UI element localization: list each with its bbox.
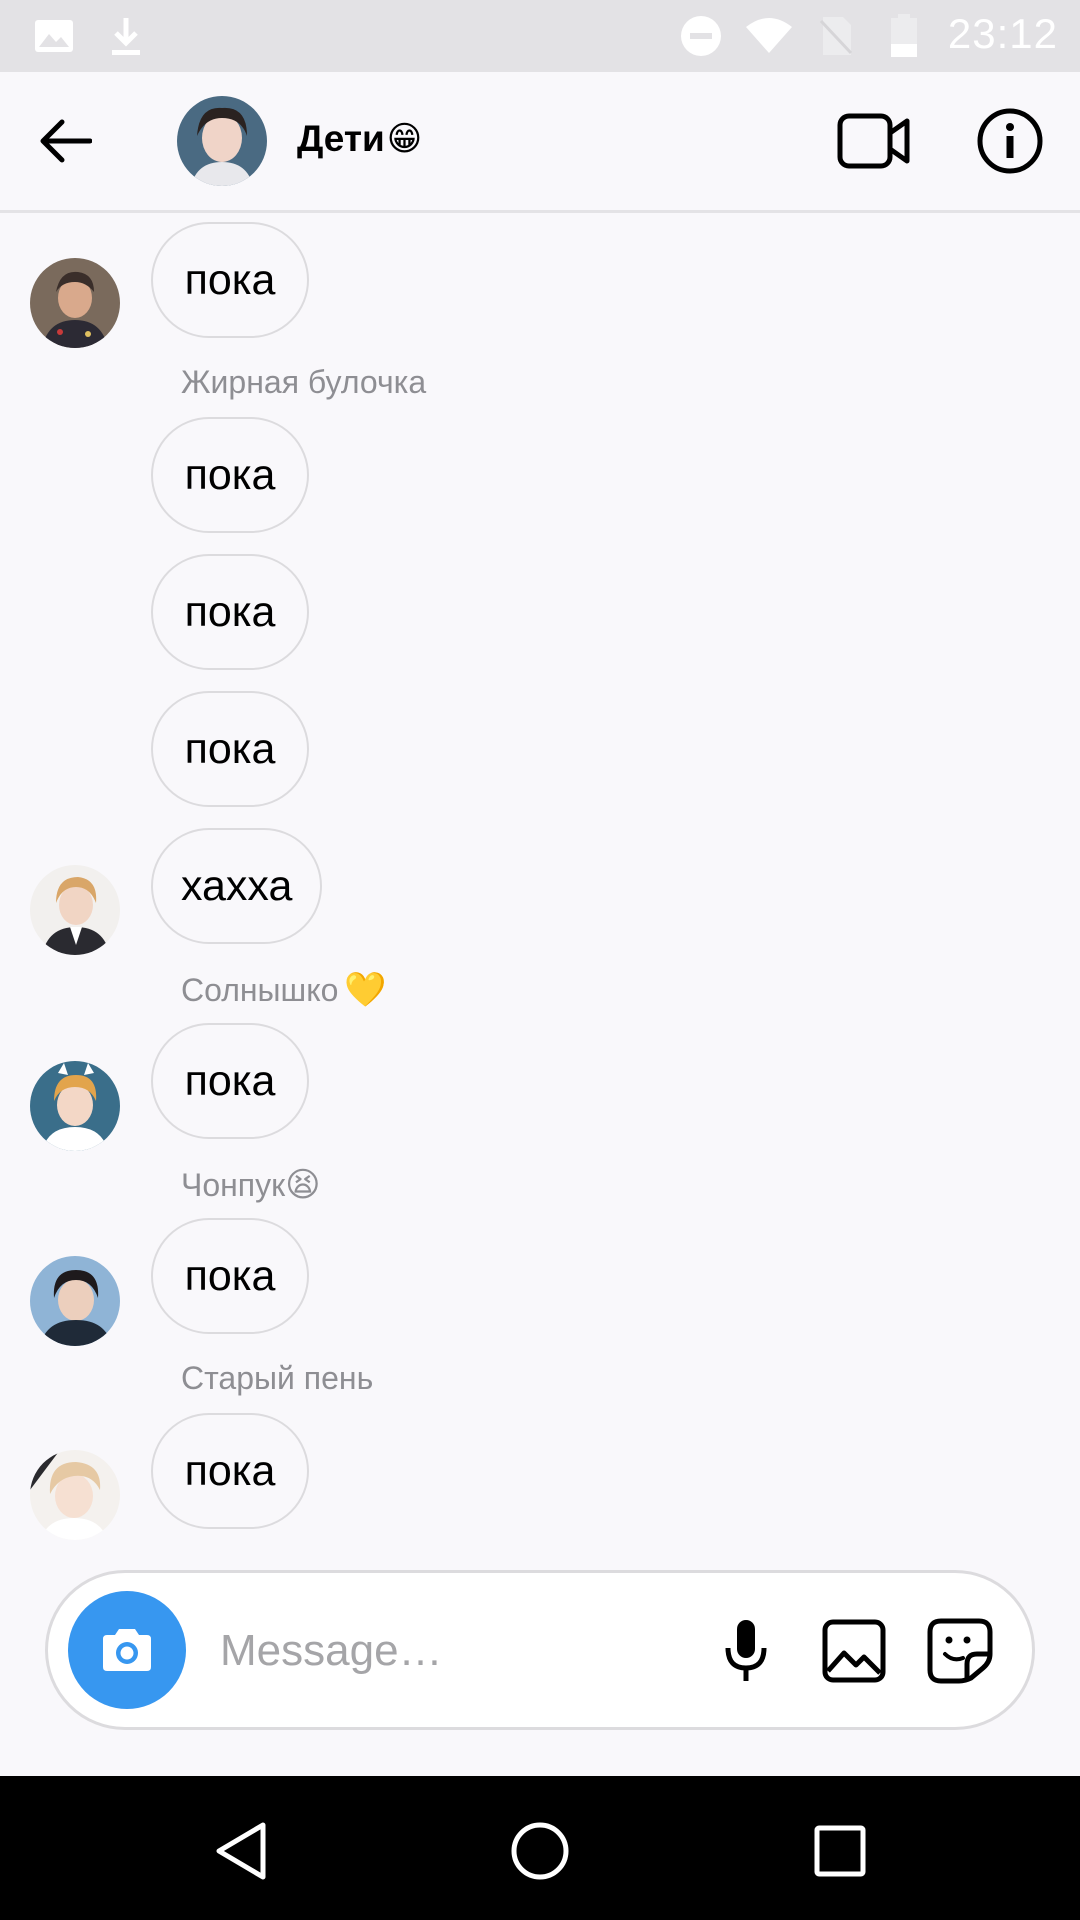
message-bubble[interactable]: пока: [151, 417, 309, 533]
sender-name-text: Жирная булочка: [181, 364, 427, 400]
message-text: пока: [184, 1056, 276, 1105]
sticker-button[interactable]: [922, 1613, 998, 1689]
message-text: хахха: [181, 861, 293, 910]
sender-name-text: Старый пень: [181, 1360, 374, 1396]
back-arrow-icon: [40, 119, 92, 163]
group-title[interactable]: Дети 😁: [297, 118, 422, 160]
sender-name: Солнышко 💛: [181, 970, 387, 1010]
gallery-button[interactable]: [816, 1613, 892, 1689]
message-text: пока: [184, 724, 276, 773]
group-title-text: Дети: [297, 118, 385, 159]
video-call-button[interactable]: [836, 106, 912, 176]
weary-face-emoji: 😫: [285, 1166, 321, 1204]
grinning-emoji: 😁: [386, 120, 423, 158]
yellow-heart-emoji: 💛: [344, 971, 387, 1009]
home-circle-icon: [511, 1822, 569, 1880]
sender-name-text: Солнышко: [181, 971, 339, 1008]
recents-square-icon: [814, 1825, 866, 1877]
message-bubble[interactable]: пока: [151, 222, 309, 338]
info-button[interactable]: [972, 106, 1048, 176]
message-bubble[interactable]: пока: [151, 554, 309, 670]
wifi-icon: [745, 12, 793, 60]
no-sim-icon: [812, 12, 860, 60]
video-call-icon: [837, 113, 910, 169]
message-text: пока: [184, 255, 276, 304]
gallery-icon: [822, 1619, 886, 1683]
message-composer: [45, 1570, 1035, 1730]
back-button[interactable]: [30, 106, 100, 176]
battery-icon: [880, 12, 928, 60]
status-time: 23:12: [947, 10, 1058, 57]
sender-avatar[interactable]: [30, 865, 120, 955]
message-bubble[interactable]: пока: [151, 691, 309, 807]
message-bubble[interactable]: хахха: [151, 828, 323, 944]
sender-avatar[interactable]: [30, 1061, 120, 1151]
sender-name: Чонпук 😫: [181, 1165, 321, 1205]
info-icon: [977, 108, 1043, 174]
message-text: пока: [184, 450, 276, 499]
camera-button[interactable]: [68, 1591, 186, 1709]
system-nav-bar: [0, 1776, 1080, 1920]
sender-name: Жирная булочка: [181, 364, 426, 401]
status-bar: 23:12: [0, 0, 1080, 72]
back-triangle-icon: [216, 1822, 266, 1880]
download-icon: [102, 12, 150, 60]
message-text: пока: [184, 1446, 276, 1495]
nav-home-button[interactable]: [495, 1806, 585, 1896]
camera-icon: [103, 1629, 151, 1671]
sender-avatar[interactable]: [30, 1450, 120, 1540]
message-text: пока: [184, 1251, 276, 1300]
group-avatar[interactable]: [177, 96, 267, 186]
chat-header: Дети 😁: [0, 72, 1080, 213]
sender-avatar[interactable]: [30, 1256, 120, 1346]
do-not-disturb-icon: [677, 12, 725, 60]
microphone-icon: [725, 1620, 767, 1681]
sender-avatar[interactable]: [30, 258, 120, 348]
nav-back-button[interactable]: [196, 1806, 286, 1896]
sender-name: Старый пень: [181, 1360, 373, 1397]
message-bubble[interactable]: пока: [151, 1413, 309, 1529]
message-text: пока: [184, 587, 276, 636]
image-notification-icon: [30, 12, 78, 60]
nav-recents-button[interactable]: [795, 1806, 885, 1896]
voice-message-button[interactable]: [708, 1613, 784, 1689]
message-input[interactable]: [218, 1613, 702, 1689]
sticker-icon: [927, 1618, 993, 1684]
message-bubble[interactable]: пока: [151, 1218, 309, 1334]
sender-name-text: Чонпук: [181, 1166, 286, 1203]
message-bubble[interactable]: пока: [151, 1023, 309, 1139]
